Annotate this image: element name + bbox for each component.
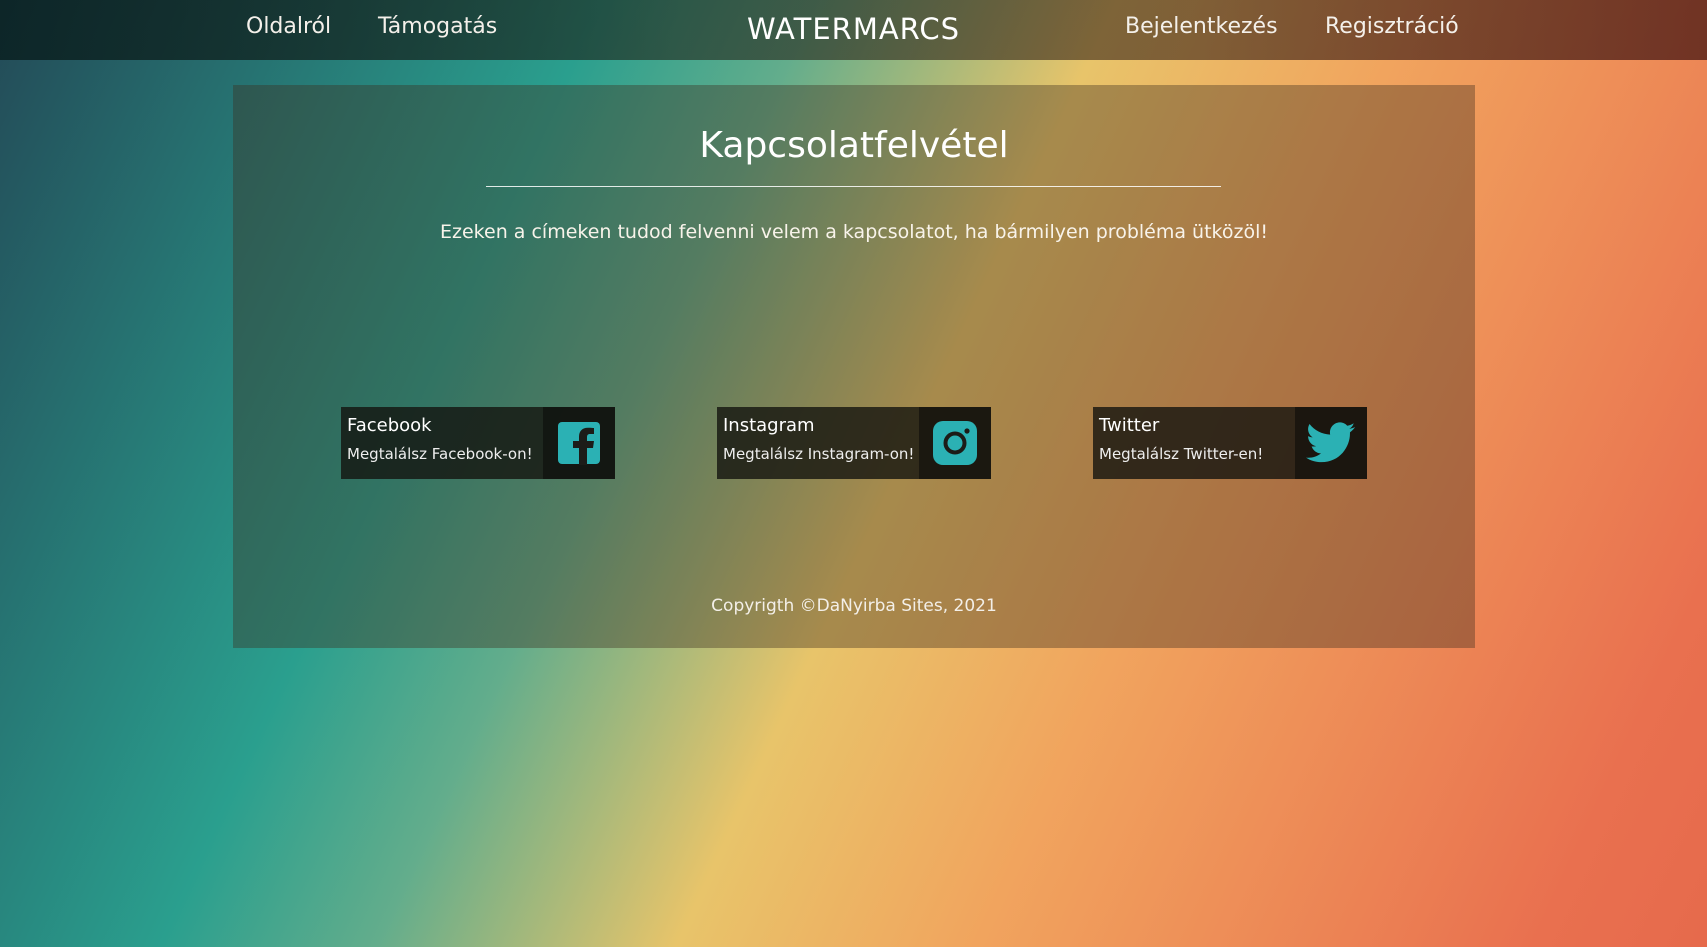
nav-link-login[interactable]: Bejelentkezés	[1125, 14, 1278, 39]
instagram-card[interactable]: Instagram Megtalálsz Instagram-on!	[717, 407, 991, 479]
instagram-card-title: Instagram	[723, 415, 815, 436]
contact-panel: Kapcsolatfelvétel Ezeken a címeken tudod…	[233, 85, 1475, 648]
title-divider	[486, 186, 1221, 187]
facebook-icon[interactable]	[543, 407, 615, 479]
facebook-card-text: Facebook Megtalálsz Facebook-on!	[341, 407, 543, 479]
footer-copyright: Copyrigth ©DaNyirba Sites, 2021	[711, 596, 997, 616]
twitter-card-title: Twitter	[1099, 415, 1160, 436]
facebook-card[interactable]: Facebook Megtalálsz Facebook-on!	[341, 407, 615, 479]
nav-link-support[interactable]: Támogatás	[378, 14, 497, 39]
twitter-card-subtitle: Megtalálsz Twitter-en!	[1099, 445, 1264, 463]
nav-link-register[interactable]: Regisztráció	[1325, 14, 1459, 39]
top-navbar: Oldalról Támogatás WATERMARCS Bejelentke…	[0, 0, 1707, 60]
twitter-card[interactable]: Twitter Megtalálsz Twitter-en!	[1093, 407, 1367, 479]
brand-logo[interactable]: WATERMARCS	[747, 12, 960, 46]
nav-link-about[interactable]: Oldalról	[246, 14, 331, 39]
instagram-icon[interactable]	[919, 407, 991, 479]
instagram-card-subtitle: Megtalálsz Instagram-on!	[723, 445, 915, 463]
twitter-card-text: Twitter Megtalálsz Twitter-en!	[1093, 407, 1295, 479]
facebook-card-subtitle: Megtalálsz Facebook-on!	[347, 445, 533, 463]
facebook-card-title: Facebook	[347, 415, 432, 436]
instagram-card-text: Instagram Megtalálsz Instagram-on!	[717, 407, 919, 479]
intro-text: Ezeken a címeken tudod felvenni velem a …	[440, 221, 1268, 243]
page-title: Kapcsolatfelvétel	[699, 125, 1009, 166]
twitter-icon[interactable]	[1295, 407, 1367, 479]
